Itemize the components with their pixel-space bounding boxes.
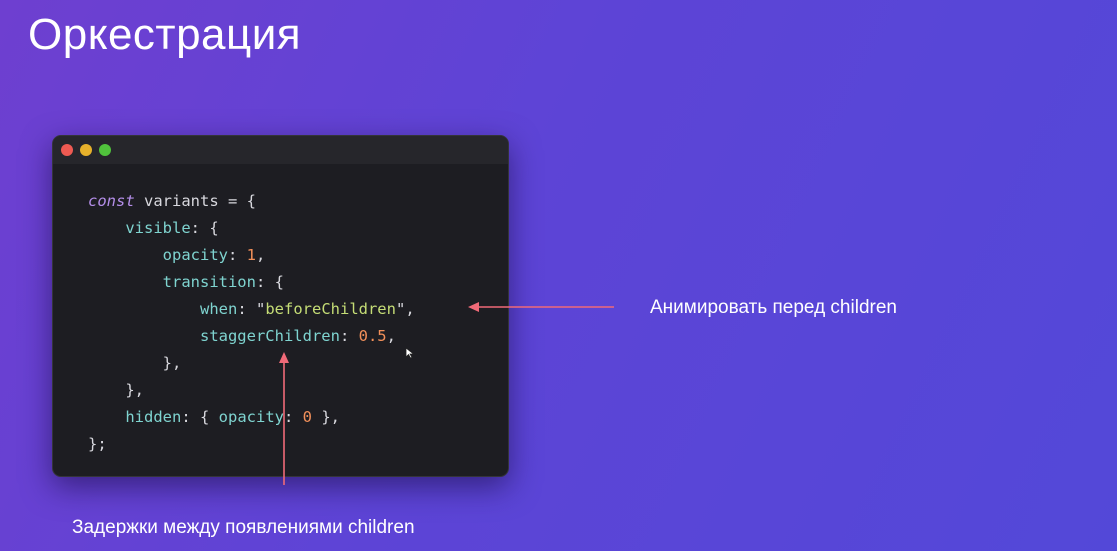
annotation-stagger: Задержки между появлениями children (72, 517, 415, 538)
annotation-before-children: Анимировать перед children (650, 297, 897, 318)
arrow-to-when (468, 302, 614, 312)
arrow-to-stagger (279, 352, 289, 485)
annotation-arrows (279, 302, 614, 485)
